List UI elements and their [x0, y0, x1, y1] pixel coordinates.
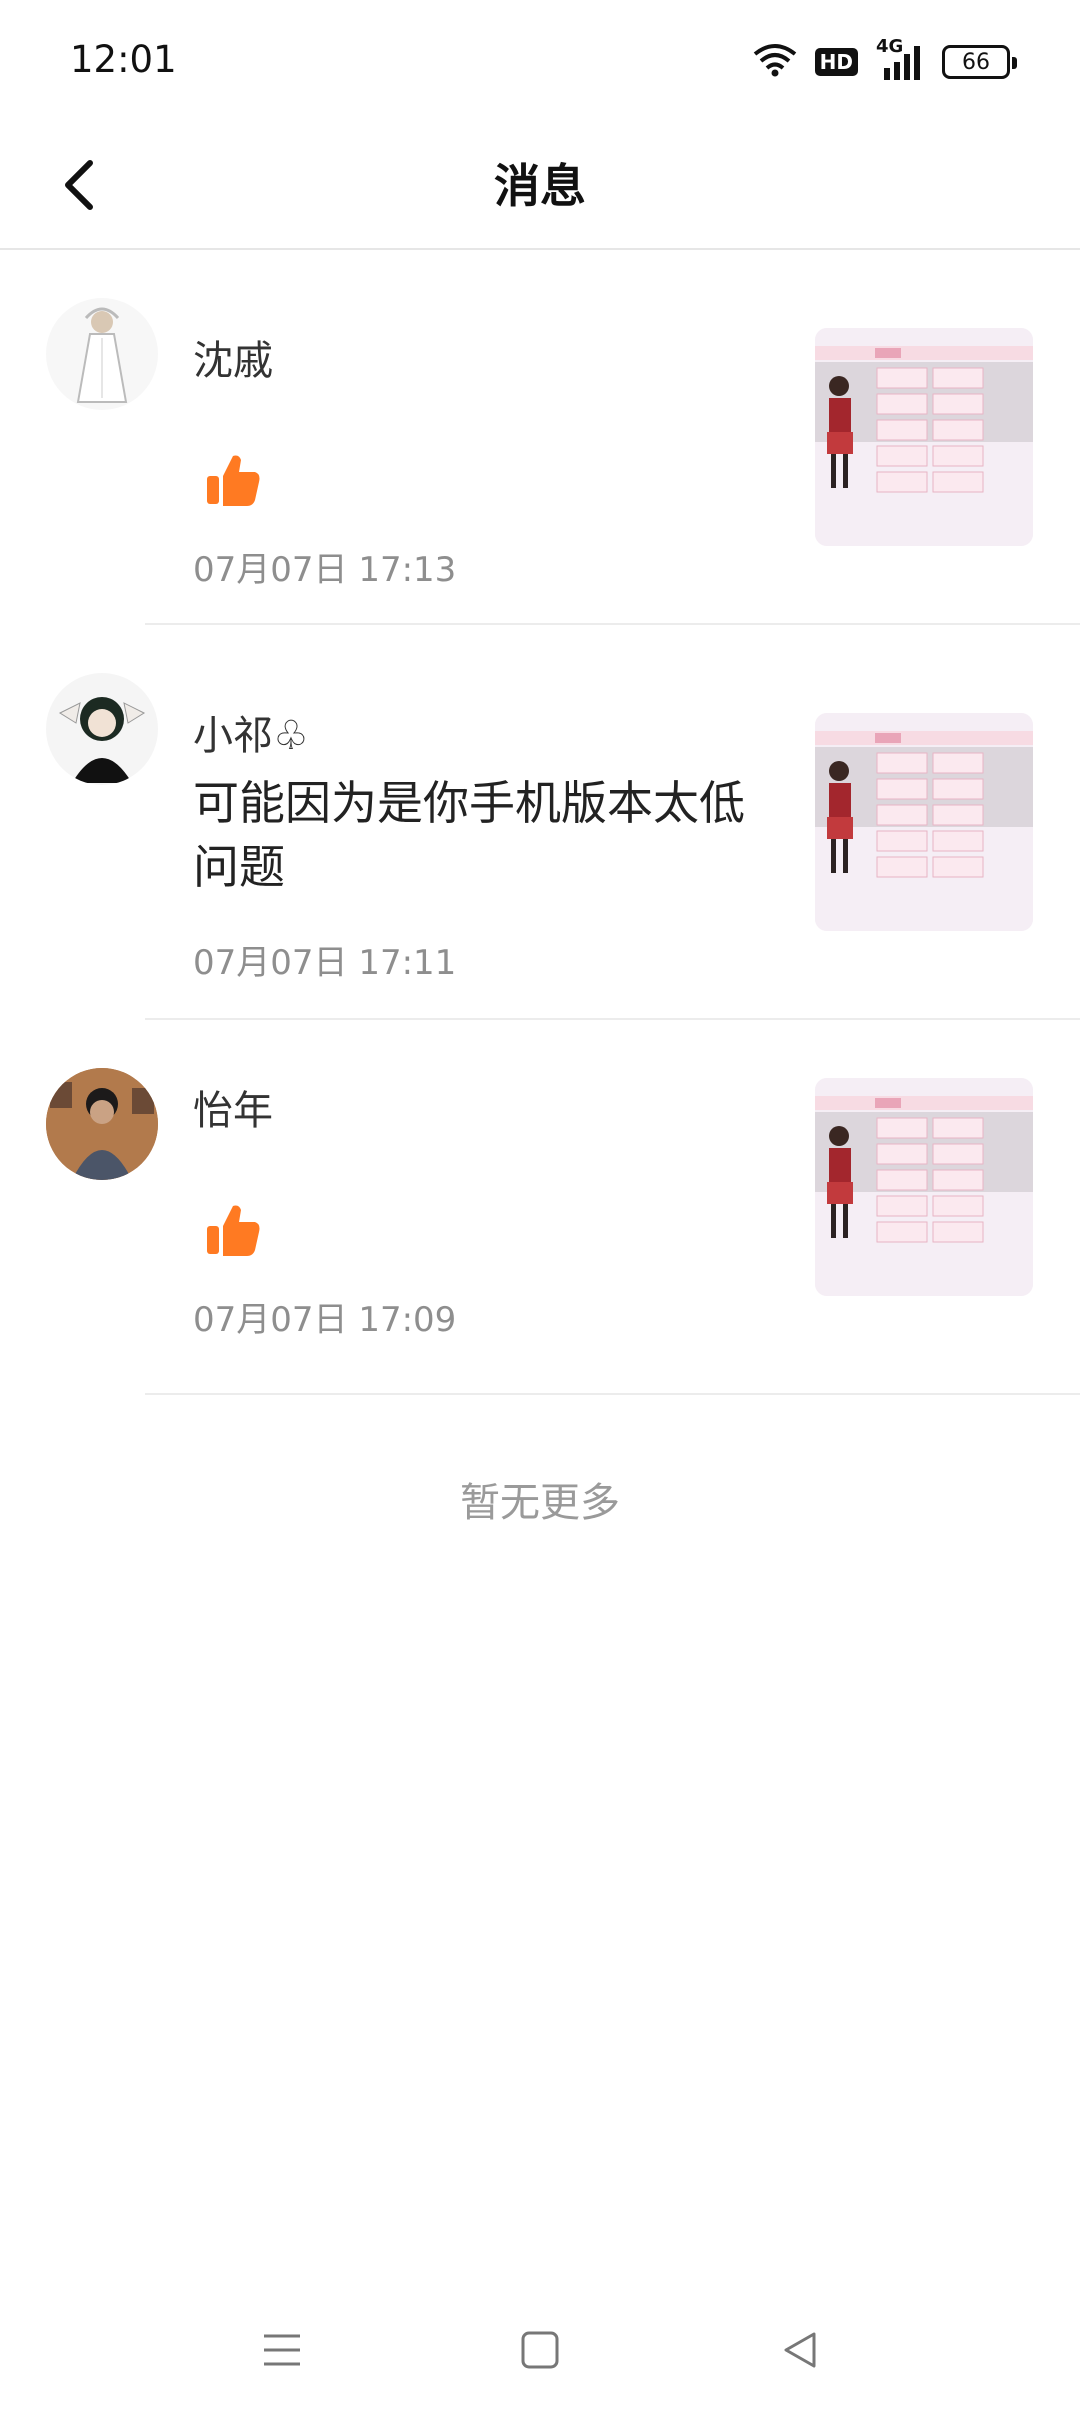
back-nav-button[interactable]: [770, 2320, 830, 2380]
status-icons: HD 4G 66: [753, 36, 1017, 84]
menu-button[interactable]: [252, 2320, 312, 2380]
hd-badge: HD: [814, 48, 858, 76]
home-button[interactable]: [510, 2320, 570, 2380]
status-bar: 12:01 HD 4G 66: [0, 0, 1080, 120]
message-time: 07月07日 17:13: [193, 550, 457, 590]
message-item[interactable]: 小祁♧ 可能因为是你手机版本太低问题 07月07日 17:11: [0, 625, 1080, 1020]
battery-level: 66: [962, 49, 990, 75]
message-item[interactable]: 怡年 07月07日 17:09: [0, 1020, 1080, 1395]
triangle-back-icon: [784, 2332, 816, 2368]
comment-text: 可能因为是你手机版本太低问题: [193, 776, 745, 894]
header: 消息: [0, 120, 1080, 250]
square-icon: [521, 2331, 559, 2369]
post-thumbnail[interactable]: [815, 713, 1033, 931]
battery-icon: 66: [942, 45, 1017, 79]
avatar[interactable]: [46, 298, 158, 410]
page-title: 消息: [494, 159, 586, 213]
thumbs-up-icon: [203, 1200, 263, 1260]
no-more-text: 暂无更多: [460, 1480, 620, 1526]
post-thumbnail[interactable]: [815, 328, 1033, 546]
messages-page: 12:01 HD 4G 66 消息 沈戚 07月07日 17:13 小祁♧ 可能…: [0, 0, 1080, 2412]
system-nav-bar: [0, 2290, 1080, 2410]
avatar[interactable]: [46, 1068, 158, 1180]
message-item[interactable]: 沈戚 07月07日 17:13: [0, 250, 1080, 625]
sender-name: 沈戚: [193, 338, 273, 384]
wifi-icon: [753, 42, 797, 82]
post-thumbnail[interactable]: [815, 1078, 1033, 1296]
message-time: 07月07日 17:09: [193, 1300, 457, 1340]
thumbs-up-icon: [203, 450, 263, 510]
signal-icon: 4G: [876, 36, 924, 82]
message-time: 07月07日 17:11: [193, 943, 457, 983]
status-time: 12:01: [70, 38, 177, 81]
message-list: 沈戚 07月07日 17:13 小祁♧ 可能因为是你手机版本太低问题 07月07…: [0, 250, 1080, 1395]
sender-name: 怡年: [193, 1088, 273, 1134]
avatar[interactable]: [46, 673, 158, 785]
menu-icon: [264, 2334, 300, 2366]
sender-name: 小祁♧: [193, 713, 309, 759]
